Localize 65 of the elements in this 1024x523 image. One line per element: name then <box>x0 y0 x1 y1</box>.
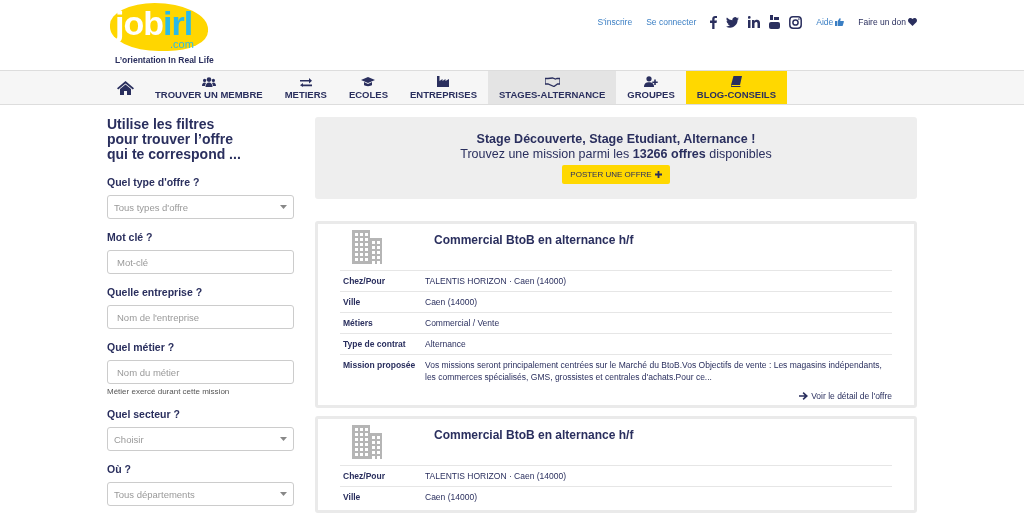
text-field[interactable]: Nom du métier <box>107 360 294 384</box>
handshake-icon <box>544 77 560 87</box>
filter-label: Quelle entreprise ? <box>107 286 204 298</box>
home-icon <box>117 80 134 95</box>
caret-icon <box>280 205 287 209</box>
field-value: TALENTIS HORIZON · Caen (14000) <box>425 275 567 287</box>
offer-detail-link[interactable]: Voir le détail de l'offre <box>799 387 892 402</box>
field-hint: Métier exercé durant cette mission <box>107 387 231 396</box>
header-link[interactable]: Se connecter <box>646 17 697 27</box>
add-user-icon <box>644 76 659 87</box>
filter-label: Mot clé ? <box>107 231 154 243</box>
heart-icon <box>908 18 917 26</box>
banner-title: Stage Découverte, Stage Etudiant, Alternance ! <box>476 132 756 147</box>
filter-label: Quel métier ? <box>107 341 176 353</box>
donate-link[interactable]: Faire un don <box>858 17 917 27</box>
logo-tagline: L’orientation In Real Life <box>115 55 214 65</box>
field-label: Métiers <box>343 317 374 329</box>
filter-label: Quel type d'offre ? <box>107 176 201 188</box>
graduation-cap-icon <box>361 77 376 87</box>
filters-heading: Utilise les filtres pour trouver l’offre qui te correspond ... <box>107 117 242 162</box>
nav-tab[interactable]: ECOLES <box>337 71 399 104</box>
header-link[interactable]: S'inscrire <box>597 17 633 27</box>
post-offer-button[interactable]: POSTER UNE OFFRE <box>562 165 670 184</box>
offer-title[interactable]: Commercial BtoB en alternance h/f <box>434 233 634 270</box>
nav-tab[interactable]: ENTREPRISES <box>398 71 488 104</box>
facebook-icon[interactable] <box>710 15 718 29</box>
book-icon <box>730 76 742 87</box>
field-label: Mission proposée <box>343 359 417 372</box>
field-label: Chez/Pour <box>343 470 387 482</box>
filter-label: Quel secteur ? <box>107 408 181 420</box>
thumbs-up-icon <box>835 18 845 26</box>
linkedin-icon[interactable] <box>748 16 761 28</box>
field-value: Caen (14000) <box>425 491 477 503</box>
twitter-icon[interactable] <box>726 16 740 28</box>
field-label: Type de contrat <box>343 338 407 350</box>
instagram-icon[interactable] <box>789 15 803 29</box>
text-field[interactable]: Nom de l'entreprise <box>107 305 294 329</box>
field-label: Chez/Pour <box>343 275 387 287</box>
youtube-icon[interactable] <box>769 15 781 29</box>
caret-icon <box>280 437 287 441</box>
field-label: Ville <box>343 491 362 503</box>
field-value: TALENTIS HORIZON · Caen (14000) <box>425 470 567 482</box>
text-field[interactable]: Mot-clé <box>107 250 294 274</box>
field-value: Vos missions seront principalement centrées sur le Marché du BtoB.Vos Objectifs de vente : Les magasins indépendants, les commerces spécialisés, GMS, grossistes et centrales d'achats.Pour ce... <box>425 359 883 383</box>
building-icon <box>352 425 382 459</box>
caret-icon <box>280 492 287 496</box>
field-value: Alternance <box>425 338 466 350</box>
nav-tab[interactable]: GROUPES <box>616 71 686 104</box>
nav-tab[interactable]: STAGES-ALTERNANCE <box>488 71 617 104</box>
people-icon <box>201 77 216 87</box>
nav-tab[interactable]: METIERS <box>273 71 338 104</box>
field-value: Commercial / Vente <box>425 317 500 329</box>
banner-subtitle: Trouvez une mission parmi les 13266 offres disponibles <box>460 147 772 162</box>
swap-arrows-icon <box>299 78 312 87</box>
factory-icon <box>437 76 450 87</box>
plus-icon <box>654 171 662 178</box>
field-label: Ville <box>343 296 362 308</box>
nav-tab[interactable]: TROUVER UN MEMBRE <box>144 71 274 104</box>
help-link[interactable]: Aide <box>816 17 845 27</box>
offer-title[interactable]: Commercial BtoB en alternance h/f <box>434 428 634 465</box>
field-value: Caen (14000) <box>425 296 477 308</box>
building-icon <box>352 230 382 264</box>
nav-tab[interactable]: BLOG-CONSEILS <box>685 71 787 104</box>
filter-label: Où ? <box>107 463 132 475</box>
arrow-right-icon <box>799 392 809 400</box>
